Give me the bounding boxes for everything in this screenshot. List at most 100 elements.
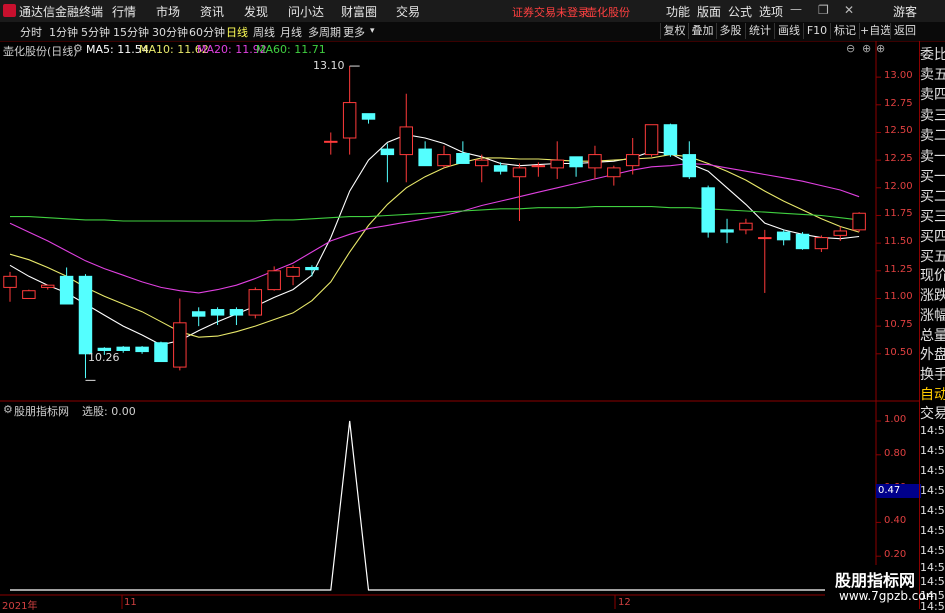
candle-down xyxy=(229,309,244,316)
period-tab-more[interactable]: 更多 xyxy=(343,24,365,40)
candle-down xyxy=(795,233,810,250)
candle-down xyxy=(116,346,130,351)
menu-item-layout[interactable]: 版面 xyxy=(697,3,721,20)
tool-mark-button[interactable]: 标记 xyxy=(830,23,859,39)
side-quote-label: 总量 xyxy=(920,328,945,344)
side-quote-label: 买一 xyxy=(920,169,945,185)
menu-item-quotes[interactable]: 行情 xyxy=(112,3,136,20)
tool-draw-button[interactable]: 画线 xyxy=(774,23,803,39)
ma5-line xyxy=(9,134,860,346)
main-y-tick: 12.50 xyxy=(884,125,913,137)
menu-item-function[interactable]: 功能 xyxy=(666,3,690,20)
indicator-settings-icon[interactable]: ⚙ xyxy=(3,403,13,416)
period-toolbar: 分时 1分钟 5分钟 15分钟 30分钟 60分钟 日线 周线 月线 多周期 更… xyxy=(0,22,945,42)
candle-down xyxy=(380,148,395,156)
menu-item-options[interactable]: 选项 xyxy=(759,3,783,20)
candle-down xyxy=(418,148,432,167)
side-quote-label: 换手 xyxy=(920,367,945,383)
period-tab-1min[interactable]: 1分钟 xyxy=(49,24,78,40)
period-tab-daily[interactable]: 日线 xyxy=(226,24,248,40)
tool-add-watch-button[interactable]: +自选 xyxy=(859,23,891,39)
candle-up xyxy=(739,222,753,231)
expand-icon[interactable]: ⊕ xyxy=(876,42,885,55)
candle-down xyxy=(701,187,715,233)
tool-back-button[interactable]: 返回 xyxy=(890,23,919,39)
trade-login-status[interactable]: 证券交易未登录 xyxy=(512,4,589,20)
tool-multi-stock-button[interactable]: 多股 xyxy=(716,23,744,39)
side-quote-label: 买三 xyxy=(920,209,945,225)
main-y-tick: 11.50 xyxy=(884,236,913,248)
indicator-line xyxy=(10,420,860,591)
period-tab-60min[interactable]: 60分钟 xyxy=(189,24,225,40)
candle-down xyxy=(154,342,168,363)
close-icon[interactable]: ✕ xyxy=(844,3,854,17)
main-y-tick: 10.50 xyxy=(884,346,913,358)
candle-down xyxy=(210,309,225,316)
high-price-marker: 13.10 xyxy=(313,59,345,72)
ma60-label: MA60: 11.71 xyxy=(256,43,326,56)
candle-up xyxy=(852,212,866,231)
tool-stats-button[interactable]: 统计 xyxy=(745,23,774,39)
watermark: 股朋指标网 www.7gpzb.com xyxy=(825,565,937,609)
candle-up xyxy=(324,140,338,143)
candle-up xyxy=(248,289,263,316)
candle-down xyxy=(663,124,678,156)
settings-icon[interactable]: ⚙ xyxy=(73,42,83,55)
menu-item-wealth[interactable]: 财富圈 xyxy=(341,3,377,20)
side-quote-label: 卖四 xyxy=(920,87,945,103)
watermark-url: www.7gpzb.com xyxy=(839,589,938,603)
candle-up xyxy=(625,154,640,167)
candle-down xyxy=(569,156,583,168)
kline-chart[interactable] xyxy=(0,41,920,609)
candle-up xyxy=(644,124,659,156)
candle-up xyxy=(475,159,489,167)
main-chart-title: 壶化股份(日线) xyxy=(3,45,78,58)
candle-down xyxy=(682,154,697,178)
side-trade-time: 14:56 xyxy=(920,575,945,588)
candle-up xyxy=(607,167,621,178)
sub-y-tick: 0.20 xyxy=(884,549,907,561)
auto-trade-label[interactable]: 自动 xyxy=(920,384,945,404)
menu-item-market[interactable]: 市场 xyxy=(156,3,180,20)
period-tab-5min[interactable]: 5分钟 xyxy=(81,24,110,40)
candle-down xyxy=(493,165,508,172)
candle-up xyxy=(531,165,546,168)
period-tab-30min[interactable]: 30分钟 xyxy=(152,24,188,40)
side-trade-time: 14:56 xyxy=(920,444,945,457)
candle-down xyxy=(59,275,74,305)
indicator-name: 股朋指标网 xyxy=(14,405,69,418)
menu-item-trade[interactable]: 交易 xyxy=(396,3,420,20)
side-quote-label: 买四 xyxy=(920,229,945,245)
main-y-tick: 12.75 xyxy=(884,97,913,109)
date-label-dec: 12 xyxy=(618,597,631,608)
more-chevron-icon[interactable]: ▾ xyxy=(370,26,375,36)
guest-user[interactable]: 游客 xyxy=(893,3,917,20)
minimize-icon[interactable]: — xyxy=(790,2,802,16)
candle-down xyxy=(361,113,376,120)
menu-item-ask[interactable]: 问小达 xyxy=(288,3,324,20)
candle-up xyxy=(173,322,187,368)
side-quote-label: 现价 xyxy=(920,268,945,284)
menu-bar: 通达信金融终端 行情 市场 资讯 发现 问小达 财富圈 交易 证券交易未登录 壶… xyxy=(0,0,945,23)
tool-overlay-button[interactable]: 叠加 xyxy=(688,23,716,39)
period-tab-timeshare[interactable]: 分时 xyxy=(20,24,42,40)
zoom-in-icon[interactable]: ⊕ xyxy=(862,42,871,55)
zoom-out-icon[interactable]: ⊖ xyxy=(846,42,855,55)
period-tab-multi[interactable]: 多周期 xyxy=(308,24,341,40)
period-tab-15min[interactable]: 15分钟 xyxy=(113,24,149,40)
candle-up xyxy=(3,275,17,288)
candle-up xyxy=(342,102,357,139)
candle-up xyxy=(41,284,55,288)
indicator-value: 选股: 0.00 xyxy=(82,405,136,418)
menu-item-discover[interactable]: 发现 xyxy=(244,3,268,20)
tool-f10-button[interactable]: F10 xyxy=(803,23,830,39)
period-tab-monthly[interactable]: 月线 xyxy=(280,24,302,40)
candle-up xyxy=(814,237,829,250)
side-quote-label: 委比 xyxy=(920,47,945,63)
tool-adjust-button[interactable]: 复权 xyxy=(660,23,688,39)
period-tab-weekly[interactable]: 周线 xyxy=(253,24,275,40)
restore-icon[interactable]: ❐ xyxy=(818,3,829,17)
menu-item-news[interactable]: 资讯 xyxy=(200,3,224,20)
side-trade-time: 14:56 xyxy=(920,561,945,574)
menu-item-formula[interactable]: 公式 xyxy=(728,3,752,20)
